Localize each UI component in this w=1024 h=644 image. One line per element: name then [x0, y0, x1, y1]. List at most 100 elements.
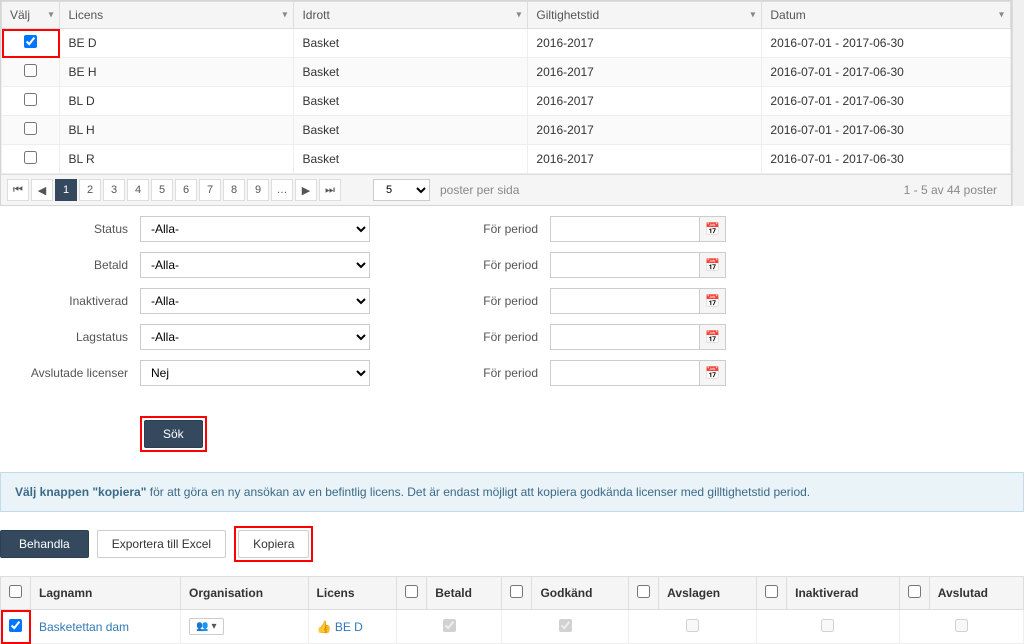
cell-inaktiverad-checkbox — [821, 619, 834, 632]
select-avslutade[interactable]: Nej — [140, 360, 370, 386]
team-menu-button[interactable]: 👥 ▾ — [189, 618, 223, 635]
column-header-idrott: Idrott▾ — [294, 2, 528, 29]
header-checkbox-avslagen[interactable] — [637, 585, 650, 598]
cell-licens[interactable]: 👍 BE D — [317, 620, 363, 634]
calendar-icon[interactable]: 📅 — [700, 252, 726, 278]
scrollbar[interactable] — [1012, 0, 1024, 206]
table-row: BE H Basket 2016-2017 2016-07-01 - 2017-… — [2, 58, 1011, 87]
column-menu-icon[interactable]: ▾ — [750, 10, 755, 21]
calendar-icon[interactable]: 📅 — [700, 360, 726, 386]
pager-page[interactable]: 3 — [103, 179, 125, 201]
label-avslutade: Avslutade licenser — [0, 366, 140, 380]
row-checkbox[interactable] — [24, 151, 37, 164]
info-bold: Välj knappen "kopiera" — [15, 485, 146, 499]
cell-avslagen-checkbox — [686, 619, 699, 632]
label-inaktiverad: Inaktiverad — [0, 294, 140, 308]
pager-first[interactable]: ⏮ — [7, 179, 29, 201]
cell-gilt: 2016-2017 — [528, 87, 762, 116]
column-header-godkand: Godkänd — [532, 577, 629, 610]
column-menu-icon[interactable]: ▾ — [48, 10, 53, 21]
pager-page[interactable]: 5 — [151, 179, 173, 201]
input-period[interactable] — [550, 216, 700, 242]
cell-datum: 2016-07-01 - 2017-06-30 — [762, 116, 1011, 145]
column-header-licens: Licens▾ — [60, 2, 294, 29]
pager-info: 1 - 5 av 44 poster — [904, 183, 997, 197]
export-excel-button[interactable]: Exportera till Excel — [97, 530, 226, 558]
cell-idrott: Basket — [294, 145, 528, 174]
label-period: För period — [470, 294, 550, 308]
cell-idrott: Basket — [294, 58, 528, 87]
info-bar: Välj knappen "kopiera" för att göra en n… — [0, 472, 1024, 512]
label-period: För period — [470, 366, 550, 380]
cell-gilt: 2016-2017 — [528, 145, 762, 174]
cell-datum: 2016-07-01 - 2017-06-30 — [762, 145, 1011, 174]
header-checkbox-inaktiverad[interactable] — [765, 585, 778, 598]
thumbs-up-icon: 👍 — [317, 620, 332, 634]
select-all-checkbox[interactable] — [9, 585, 22, 598]
row-checkbox[interactable] — [24, 64, 37, 77]
label-period: För period — [470, 222, 550, 236]
cell-idrott: Basket — [294, 116, 528, 145]
pager-page[interactable]: 4 — [127, 179, 149, 201]
cell-licens: BL H — [60, 116, 294, 145]
column-menu-icon[interactable]: ▾ — [282, 10, 287, 21]
cell-datum: 2016-07-01 - 2017-06-30 — [762, 29, 1011, 58]
row-checkbox[interactable] — [24, 93, 37, 106]
license-table: Välj▾ Licens▾ Idrott▾ Giltighetstid▾ Dat… — [1, 1, 1011, 174]
column-header-gilt: Giltighetstid▾ — [528, 2, 762, 29]
column-header-lagnamn: Lagnamn — [31, 577, 181, 610]
filter-form: Status -Alla- För period 📅 Betald -Alla-… — [0, 216, 1024, 386]
input-period[interactable] — [550, 288, 700, 314]
pager-page[interactable]: 2 — [79, 179, 101, 201]
label-lagstatus: Lagstatus — [0, 330, 140, 344]
kopiera-button[interactable]: Kopiera — [238, 530, 309, 558]
column-header-inaktiverad: Inaktiverad — [787, 577, 900, 610]
select-inaktiverad[interactable]: -Alla- — [140, 288, 370, 314]
column-menu-icon[interactable]: ▾ — [999, 10, 1004, 21]
cell-datum: 2016-07-01 - 2017-06-30 — [762, 58, 1011, 87]
pager-last[interactable]: ⏭ — [319, 179, 341, 201]
cell-licens: BE D — [60, 29, 294, 58]
column-header-avslagen: Avslagen — [659, 577, 757, 610]
pager-page[interactable]: 9 — [247, 179, 269, 201]
caret-down-icon: ▾ — [211, 621, 216, 632]
row-checkbox[interactable] — [9, 619, 22, 632]
pager-more[interactable]: … — [271, 179, 293, 201]
select-lagstatus[interactable]: -Alla- — [140, 324, 370, 350]
pager-page[interactable]: 6 — [175, 179, 197, 201]
column-header-datum: Datum▾ — [762, 2, 1011, 29]
cell-idrott: Basket — [294, 29, 528, 58]
users-icon: 👥 — [196, 621, 208, 632]
calendar-icon[interactable]: 📅 — [700, 324, 726, 350]
calendar-icon[interactable]: 📅 — [700, 288, 726, 314]
page-size-select[interactable]: 5 — [373, 179, 430, 201]
header-checkbox-godkand[interactable] — [510, 585, 523, 598]
behandla-button[interactable]: Behandla — [0, 530, 89, 558]
select-betald[interactable]: -Alla- — [140, 252, 370, 278]
table-row: BL H Basket 2016-2017 2016-07-01 - 2017-… — [2, 116, 1011, 145]
row-checkbox[interactable] — [24, 35, 37, 48]
select-status[interactable]: -Alla- — [140, 216, 370, 242]
pager-page[interactable]: 1 — [55, 179, 77, 201]
cell-licens: BL D — [60, 87, 294, 116]
column-menu-icon[interactable]: ▾ — [516, 10, 521, 21]
pager-next[interactable]: ▶ — [295, 179, 317, 201]
cell-godkand-checkbox — [559, 619, 572, 632]
cell-gilt: 2016-2017 — [528, 29, 762, 58]
pager-page[interactable]: 8 — [223, 179, 245, 201]
row-checkbox[interactable] — [24, 122, 37, 135]
cell-gilt: 2016-2017 — [528, 58, 762, 87]
header-checkbox-betald[interactable] — [405, 585, 418, 598]
cell-lagnamn[interactable]: Basketettan dam — [39, 620, 129, 634]
header-checkbox-avslutad[interactable] — [908, 585, 921, 598]
label-betald: Betald — [0, 258, 140, 272]
input-period[interactable] — [550, 360, 700, 386]
pager-page[interactable]: 7 — [199, 179, 221, 201]
info-text: för att göra en ny ansökan av en befintl… — [146, 485, 810, 499]
calendar-icon[interactable]: 📅 — [700, 216, 726, 242]
input-period[interactable] — [550, 324, 700, 350]
sok-button[interactable]: Sök — [144, 420, 203, 448]
pager-prev[interactable]: ◀ — [31, 179, 53, 201]
column-header-licens: Licens — [308, 577, 397, 610]
input-period[interactable] — [550, 252, 700, 278]
